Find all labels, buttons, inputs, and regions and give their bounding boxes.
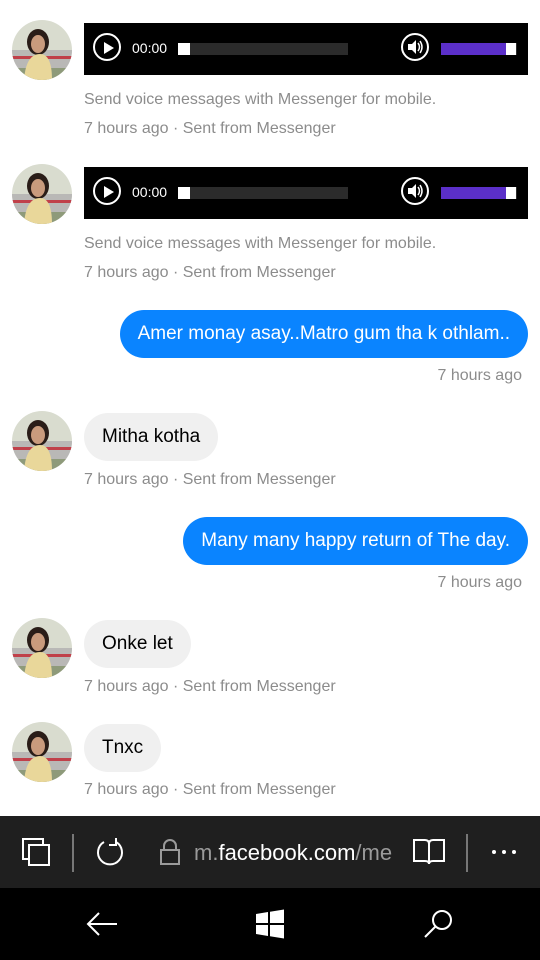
volume-icon[interactable]	[401, 33, 429, 61]
url-prefix: m.	[194, 840, 219, 865]
url-path: /me	[355, 840, 393, 865]
audio-player: 00:00	[84, 23, 528, 75]
avatar[interactable]	[12, 20, 72, 80]
message-time: 7 hours ago	[437, 367, 522, 384]
avatar[interactable]	[12, 164, 72, 224]
browser-toolbar: m.facebook.com/me	[0, 816, 540, 888]
voice-note-text: Send voice messages with Messenger for m…	[84, 91, 437, 108]
message-meta: 7 hours ago · Sent from Messenger	[84, 471, 336, 488]
message-thread[interactable]: 00:00 Send voice messages with Messenger…	[0, 0, 540, 816]
tabs-icon[interactable]	[16, 816, 56, 888]
back-icon[interactable]	[80, 888, 124, 960]
url-domain: facebook.com	[218, 840, 356, 865]
audio-player: 00:00	[84, 167, 528, 219]
volume-thumb[interactable]	[506, 187, 516, 199]
message-meta: 7 hours ago · Sent from Messenger	[84, 120, 336, 137]
search-icon[interactable]	[416, 888, 460, 960]
message-meta: 7 hours ago · Sent from Messenger	[84, 781, 336, 798]
incoming-message[interactable]: Mitha kotha	[84, 413, 219, 461]
play-icon[interactable]	[93, 177, 121, 205]
avatar[interactable]	[12, 722, 72, 782]
volume-thumb[interactable]	[506, 43, 516, 55]
volume-fill	[441, 187, 506, 199]
current-time: 00:00	[132, 184, 168, 200]
message-meta: 7 hours ago · Sent from Messenger	[84, 264, 336, 281]
outgoing-message[interactable]: Amer monay asay..Matro gum tha k othlam.…	[119, 310, 528, 358]
play-icon[interactable]	[93, 33, 121, 61]
lock-icon	[156, 816, 184, 888]
incoming-message[interactable]: Tnxc	[84, 724, 162, 772]
more-icon[interactable]	[484, 816, 524, 888]
volume-icon[interactable]	[401, 177, 429, 205]
refresh-icon[interactable]	[88, 816, 132, 888]
toolbar-divider	[72, 834, 74, 872]
seek-bar[interactable]	[178, 187, 348, 199]
windows-icon[interactable]	[250, 888, 290, 960]
volume-slider[interactable]	[441, 187, 517, 199]
message-meta: 7 hours ago · Sent from Messenger	[84, 678, 336, 695]
outgoing-message[interactable]: Many many happy return of The day.	[183, 517, 528, 565]
volume-slider[interactable]	[441, 43, 517, 55]
incoming-message[interactable]: Onke let	[84, 620, 191, 668]
avatar[interactable]	[12, 411, 72, 471]
reading-view-icon[interactable]	[408, 816, 450, 888]
message-time: 7 hours ago	[437, 574, 522, 591]
avatar[interactable]	[12, 618, 72, 678]
address-bar[interactable]: m.facebook.com/me	[194, 840, 394, 866]
toolbar-divider	[466, 834, 468, 872]
current-time: 00:00	[132, 40, 168, 56]
seek-thumb[interactable]	[178, 187, 190, 199]
volume-fill	[441, 43, 506, 55]
seek-bar[interactable]	[178, 43, 348, 55]
system-nav-bar	[0, 888, 540, 960]
seek-thumb[interactable]	[178, 43, 190, 55]
voice-note-text: Send voice messages with Messenger for m…	[84, 235, 437, 252]
